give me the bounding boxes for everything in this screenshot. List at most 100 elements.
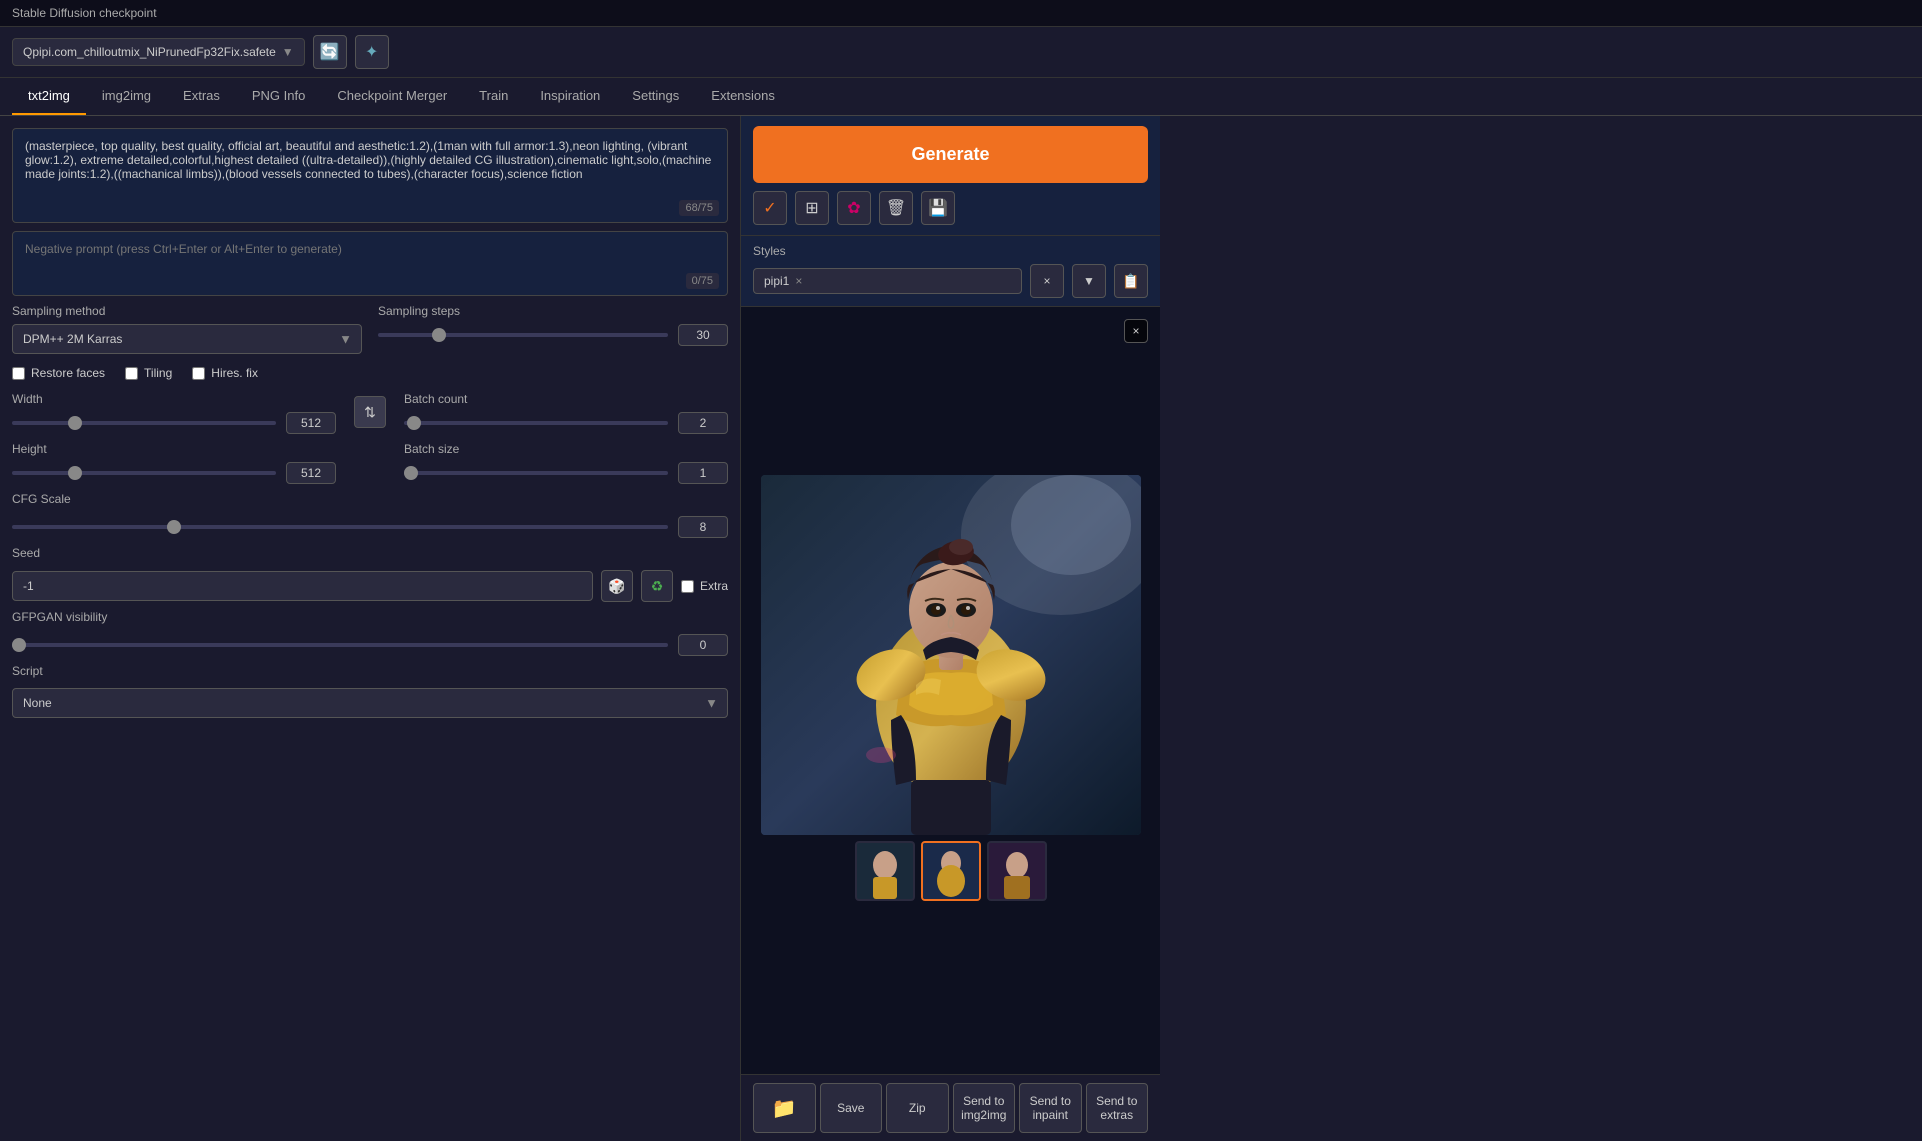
tab-extensions[interactable]: Extensions — [695, 78, 791, 115]
width-row: 512 — [12, 412, 336, 434]
tab-img2img[interactable]: img2img — [86, 78, 167, 115]
negative-prompt-textarea[interactable] — [13, 232, 727, 292]
tab-inspiration[interactable]: Inspiration — [524, 78, 616, 115]
star-btn[interactable]: ✦ — [355, 35, 389, 69]
thumbnail-strip — [849, 835, 1053, 907]
batch-count-col: Batch count 2 — [404, 392, 728, 434]
hires-fix-checkbox[interactable]: Hires. fix — [192, 366, 258, 380]
styles-add-btn[interactable]: 📋 — [1114, 264, 1148, 298]
seed-row: Seed 🎲 ♻ Extra — [12, 546, 728, 602]
thumbnail-3[interactable] — [987, 841, 1047, 901]
tab-checkpoint-merger[interactable]: Checkpoint Merger — [321, 78, 463, 115]
left-panel: 68/75 0/75 Sampling method DPM++ 2M Karr… — [0, 116, 740, 1141]
width-label: Width — [12, 392, 336, 406]
trash-icon-btn[interactable]: 🗑 — [879, 191, 913, 225]
extra-checkbox[interactable]: Extra — [681, 579, 728, 593]
cfg-scale-label: CFG Scale — [12, 492, 728, 506]
sampling-steps-value[interactable]: 30 — [678, 324, 728, 346]
gfpgan-label: GFPGAN visibility — [12, 610, 728, 624]
height-row: 512 — [12, 462, 336, 484]
title-bar: Stable Diffusion checkpoint — [0, 0, 1922, 27]
styles-clear-btn[interactable]: × — [1030, 264, 1064, 298]
grid-icon-btn[interactable]: ⊞ — [795, 191, 829, 225]
cfg-scale-col: CFG Scale 8 — [12, 492, 728, 538]
script-label: Script — [12, 664, 728, 678]
sampling-method-wrapper: DPM++ 2M Karras Euler a Euler ▼ — [12, 324, 362, 354]
send-to-img2img-btn[interactable]: Send to img2img — [953, 1083, 1016, 1133]
generate-button[interactable]: Generate — [753, 126, 1148, 183]
cfg-scale-value[interactable]: 8 — [678, 516, 728, 538]
tiling-checkbox[interactable]: Tiling — [125, 366, 172, 380]
refresh-btn[interactable]: 🔄 — [313, 35, 347, 69]
thumbnail-1[interactable] — [855, 841, 915, 901]
save-style-icon-btn[interactable]: 💾 — [921, 191, 955, 225]
checkpoint-selector[interactable]: Qpipi.com_chilloutmix_NiPrunedFp32Fix.sa… — [12, 38, 305, 66]
check-icon-btn[interactable]: ✓ — [753, 191, 787, 225]
batch-size-slider[interactable] — [404, 471, 668, 475]
script-wrapper: None ▼ — [12, 688, 728, 718]
batch-count-label: Batch count — [404, 392, 728, 406]
close-image-btn[interactable]: × — [1124, 319, 1148, 343]
batch-size-label: Batch size — [404, 442, 728, 456]
thumbnail-2[interactable] — [921, 841, 981, 901]
batch-size-col: Batch size 1 — [404, 442, 728, 484]
batch-size-row: 1 — [404, 462, 728, 484]
main-layout: 68/75 0/75 Sampling method DPM++ 2M Karr… — [0, 116, 1922, 1141]
sampling-steps-row: 30 — [378, 324, 728, 346]
tab-txt2img[interactable]: txt2img — [12, 78, 86, 115]
batch-count-slider[interactable] — [404, 421, 668, 425]
sampling-method-col: Sampling method DPM++ 2M Karras Euler a … — [12, 304, 362, 354]
send-to-extras-btn[interactable]: Send to extras — [1086, 1083, 1149, 1133]
height-value[interactable]: 512 — [286, 462, 336, 484]
right-panel: Generate ✓ ⊞ ✿ 🗑 💾 Styles pipi1 × × ▼ 📋 — [740, 116, 1160, 1141]
sampling-method-select[interactable]: DPM++ 2M Karras Euler a Euler — [12, 324, 362, 354]
send-to-inpaint-btn[interactable]: Send to inpaint — [1019, 1083, 1082, 1133]
styles-input-row: pipi1 × × ▼ 📋 — [753, 264, 1148, 298]
script-row: Script None ▼ — [12, 664, 728, 718]
zip-btn[interactable]: Zip — [886, 1083, 949, 1133]
batch-size-value[interactable]: 1 — [678, 462, 728, 484]
dice-btn[interactable]: 🎲 — [601, 570, 633, 602]
seed-input-row: 🎲 ♻ Extra — [12, 570, 728, 602]
checkboxes-row: Restore faces Tiling Hires. fix — [12, 362, 728, 384]
width-slider[interactable] — [12, 421, 276, 425]
extra-label: Extra — [700, 579, 728, 593]
cfg-scale-slider[interactable] — [12, 525, 668, 529]
height-col: Height 512 — [12, 442, 336, 484]
image-output: × — [741, 307, 1160, 1074]
folder-btn[interactable]: 📁 — [753, 1083, 816, 1133]
styles-drop-btn[interactable]: ▼ — [1072, 264, 1106, 298]
tab-train[interactable]: Train — [463, 78, 524, 115]
negative-prompt-wrapper: 0/75 — [12, 231, 728, 296]
seed-label: Seed — [12, 546, 728, 560]
batch-count-value[interactable]: 2 — [678, 412, 728, 434]
flower-icon-btn[interactable]: ✿ — [837, 191, 871, 225]
restore-faces-label: Restore faces — [31, 366, 105, 380]
negative-prompt-counter: 0/75 — [686, 273, 719, 289]
style-tag-close[interactable]: × — [795, 274, 802, 288]
recycle-btn[interactable]: ♻ — [641, 570, 673, 602]
height-batchsize-row: Height 512 Batch size 1 — [12, 442, 728, 484]
title-label: Stable Diffusion checkpoint — [12, 6, 157, 20]
seed-input[interactable] — [12, 571, 593, 601]
tab-settings[interactable]: Settings — [616, 78, 695, 115]
gfpgan-value[interactable]: 0 — [678, 634, 728, 656]
sampling-steps-slider[interactable] — [378, 333, 668, 337]
tab-png-info[interactable]: PNG Info — [236, 78, 321, 115]
dimensions-batch-row: Width 512 ⇅ Batch count 2 — [12, 392, 728, 434]
tab-extras[interactable]: Extras — [167, 78, 236, 115]
height-slider[interactable] — [12, 471, 276, 475]
action-icons-row: ✓ ⊞ ✿ 🗑 💾 — [753, 191, 1148, 225]
swap-dimensions-btn[interactable]: ⇅ — [354, 396, 386, 428]
restore-faces-checkbox[interactable]: Restore faces — [12, 366, 105, 380]
width-value[interactable]: 512 — [286, 412, 336, 434]
generate-area: Generate ✓ ⊞ ✿ 🗑 💾 — [741, 116, 1160, 236]
sampling-steps-label: Sampling steps — [378, 304, 728, 318]
cfg-scale-row: 8 — [12, 516, 728, 538]
styles-section: Styles pipi1 × × ▼ 📋 — [741, 236, 1160, 307]
prompt-textarea[interactable] — [13, 129, 727, 219]
save-btn[interactable]: Save — [820, 1083, 883, 1133]
prompt-counter: 68/75 — [679, 200, 719, 216]
gfpgan-slider[interactable] — [12, 643, 668, 647]
script-select[interactable]: None — [12, 688, 728, 718]
